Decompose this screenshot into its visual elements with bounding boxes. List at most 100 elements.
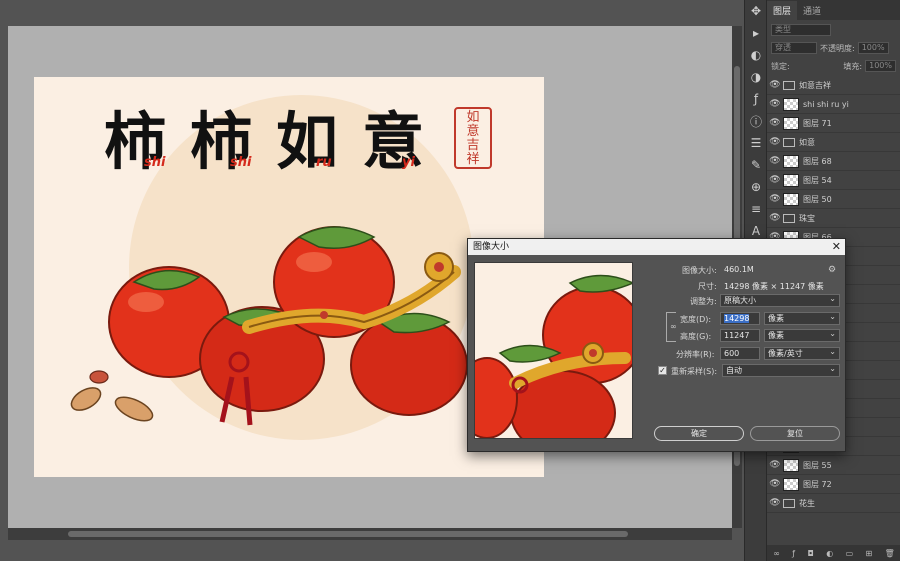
layer-name: shi shi ru yi xyxy=(803,99,849,109)
lock-row: 锁定: 填充: 100% xyxy=(771,58,896,74)
panel-footer: ∞ ƒ ◘ ◐ ▭ ⊞ 🗑 xyxy=(767,545,900,561)
dialog-titlebar[interactable]: 图像大小 ✕ xyxy=(468,239,845,255)
layer-row[interactable]: 👁 珠宝 xyxy=(767,209,900,228)
photoshop-window: 柿 shi 柿 shi 如 ru 意 yi 如 意 吉 祥 ✥ ▸ ◐ ◑ ƒ … xyxy=(0,0,900,561)
fx-icon[interactable]: ƒ xyxy=(792,549,795,558)
visibility-eye-icon[interactable]: 👁 xyxy=(767,213,783,223)
link-icon[interactable]: ∞ xyxy=(670,322,677,331)
trash-icon[interactable]: 🗑 xyxy=(885,549,895,558)
blend-row: 穿透 不透明度: 100% xyxy=(771,40,896,56)
folder-icon xyxy=(783,80,795,90)
palette-icon[interactable]: ◐ xyxy=(745,44,767,66)
layer-row[interactable]: 👁 如意吉祥 xyxy=(767,76,900,95)
mask-icon[interactable]: ◘ xyxy=(807,549,813,558)
layer-row[interactable]: 👁 图层 50 xyxy=(767,190,900,209)
layer-row[interactable]: 👁 花生 xyxy=(767,494,900,513)
new-layer-icon[interactable]: ⊞ xyxy=(866,549,873,558)
reset-button[interactable]: 复位 xyxy=(750,426,840,441)
circle-half-icon[interactable]: ◑ xyxy=(745,66,767,88)
ok-button[interactable]: 确定 xyxy=(654,426,744,441)
tab-layers[interactable]: 图层 xyxy=(767,1,798,20)
fit-label: 调整为: xyxy=(690,297,717,306)
brush-icon[interactable]: ✎ xyxy=(745,154,767,176)
height-unit-select[interactable]: 像素 xyxy=(764,328,840,342)
layer-search-input[interactable]: 类型 xyxy=(771,24,831,36)
resolution-input[interactable]: 600 xyxy=(720,347,760,360)
clone-icon[interactable]: ⊕ xyxy=(745,176,767,198)
dialog-title: 图像大小 xyxy=(473,242,510,252)
layer-row[interactable]: 👁 如意 xyxy=(767,133,900,152)
visibility-eye-icon[interactable]: 👁 xyxy=(767,194,783,204)
close-icon[interactable]: ✕ xyxy=(832,239,841,255)
fill-input[interactable]: 100% xyxy=(865,60,896,72)
layer-row[interactable]: 👁 shi shi ru yi xyxy=(767,95,900,114)
layer-row[interactable]: 👁 图层 72 xyxy=(767,475,900,494)
image-size-dialog: 图像大小 ✕ ⚙ 图像大小: 460.1M 尺寸: 14298 像素 × 112… xyxy=(467,238,846,452)
height-label: 高度(G): xyxy=(680,332,712,341)
layer-name: 如意吉祥 xyxy=(799,80,831,90)
width-label: 宽度(D): xyxy=(680,315,712,324)
layer-name: 图层 68 xyxy=(803,156,832,166)
dimensions-value: 14298 像素 × 11247 像素 xyxy=(724,282,824,291)
width-unit-select[interactable]: 像素 xyxy=(764,311,840,325)
layer-row[interactable]: 👁 图层 54 xyxy=(767,171,900,190)
layer-row[interactable]: 👁 图层 55 xyxy=(767,456,900,475)
resolution-label: 分辨率(R): xyxy=(676,350,715,359)
visibility-eye-icon[interactable]: 👁 xyxy=(767,99,783,109)
layer-name: 图层 72 xyxy=(803,479,832,489)
resample-checkbox[interactable]: ✓ xyxy=(658,366,667,375)
info-icon[interactable]: ⓘ xyxy=(745,110,767,132)
visibility-eye-icon[interactable]: 👁 xyxy=(767,479,783,489)
image-size-value: 460.1M xyxy=(724,265,754,274)
fit-select[interactable]: 原稿大小 xyxy=(720,293,840,307)
link-icon[interactable]: ∞ xyxy=(773,549,780,558)
sliders-icon[interactable]: ≡ xyxy=(745,198,767,220)
visibility-eye-icon[interactable]: 👁 xyxy=(767,175,783,185)
horizontal-scrollbar[interactable] xyxy=(8,528,732,540)
visibility-eye-icon[interactable]: 👁 xyxy=(767,156,783,166)
layer-name: 图层 54 xyxy=(803,175,832,185)
layer-name: 如意 xyxy=(799,137,815,147)
resample-select[interactable]: 自动 xyxy=(722,363,840,377)
visibility-eye-icon[interactable]: 👁 xyxy=(767,118,783,128)
layer-name: 图层 55 xyxy=(803,460,832,470)
tab-channels[interactable]: 通道 xyxy=(797,1,827,20)
scrollbar-thumb[interactable] xyxy=(68,531,628,537)
panel-tabs: 图层 通道 xyxy=(767,0,900,20)
visibility-eye-icon[interactable]: 👁 xyxy=(767,460,783,470)
collapse-icon[interactable]: ▸ xyxy=(745,22,767,44)
layer-name: 图层 71 xyxy=(803,118,832,128)
opacity-input[interactable]: 100% xyxy=(857,42,889,54)
layer-filter-row: 类型 xyxy=(771,22,896,38)
dimensions-label: 尺寸: xyxy=(698,282,717,291)
resolution-unit-select[interactable]: 像素/英寸 xyxy=(764,346,840,360)
layer-row[interactable]: 👁 图层 71 xyxy=(767,114,900,133)
blend-mode-select[interactable]: 穿透 xyxy=(771,42,817,54)
move-icon[interactable]: ✥ xyxy=(745,0,767,22)
adjustment-icon[interactable]: ◐ xyxy=(826,549,833,558)
folder-icon xyxy=(783,498,795,508)
visibility-eye-icon[interactable]: 👁 xyxy=(767,80,783,90)
layer-name: 珠宝 xyxy=(799,213,815,223)
folder-icon xyxy=(783,213,795,223)
layer-thumbnail xyxy=(783,154,799,168)
layer-thumbnail xyxy=(783,116,799,130)
folder-icon[interactable]: ▭ xyxy=(846,549,854,558)
gear-icon[interactable]: ⚙ xyxy=(828,265,836,275)
height-input[interactable]: 11247 xyxy=(720,329,760,342)
width-value: 14298 xyxy=(724,314,750,323)
layer-thumbnail xyxy=(783,477,799,491)
fx-icon[interactable]: ƒ xyxy=(745,88,767,110)
layer-row[interactable]: 👁 图层 68 xyxy=(767,152,900,171)
layer-thumbnail xyxy=(783,458,799,472)
layer-thumbnail xyxy=(783,173,799,187)
visibility-eye-icon[interactable]: 👁 xyxy=(767,137,783,147)
image-preview[interactable] xyxy=(474,262,633,439)
layer-thumbnail xyxy=(783,97,799,111)
width-input[interactable]: 14298 xyxy=(720,312,760,325)
lock-label: 锁定: xyxy=(771,61,790,71)
visibility-eye-icon[interactable]: 👁 xyxy=(767,498,783,508)
image-size-label: 图像大小: xyxy=(682,266,717,275)
adjust-icon[interactable]: ☰ xyxy=(745,132,767,154)
fill-label: 填充: xyxy=(843,61,863,71)
